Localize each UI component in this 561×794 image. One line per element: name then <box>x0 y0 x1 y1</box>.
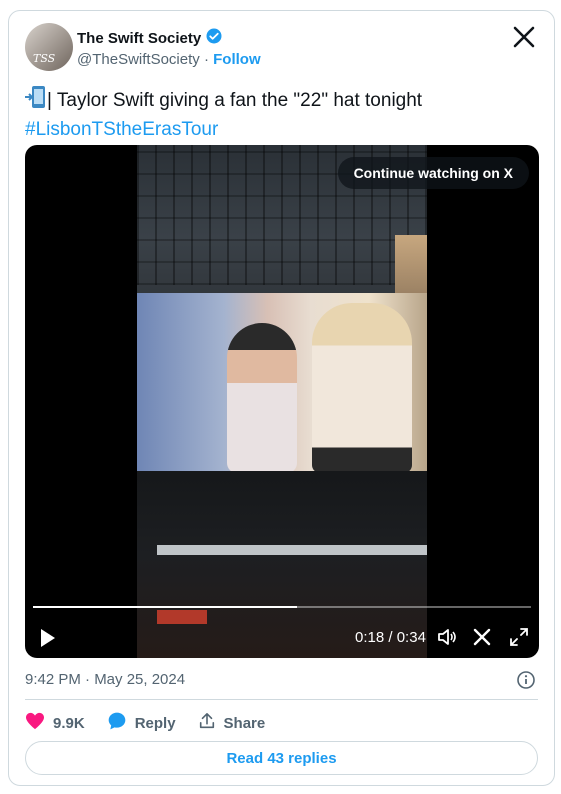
avatar[interactable]: TSS <box>25 23 73 71</box>
video-progress-fill <box>33 606 297 608</box>
tweet-card: TSS The Swift Society @TheSwiftSociety ·… <box>8 10 555 786</box>
divider <box>25 699 538 700</box>
author-display-name[interactable]: The Swift Society <box>77 30 201 47</box>
handle-separator: · <box>199 51 214 68</box>
read-replies-button[interactable]: Read 43 replies <box>25 741 538 775</box>
play-icon[interactable] <box>39 628 57 648</box>
share-upload-icon <box>198 712 216 734</box>
reply-button[interactable]: Reply <box>107 711 176 735</box>
stage-platform <box>157 545 427 555</box>
video-progress-bar[interactable] <box>33 606 531 608</box>
x-logo-icon[interactable] <box>512 25 536 49</box>
time-separator: / <box>384 629 397 646</box>
tweet-timestamp[interactable]: 9:42 PM · May 25, 2024 <box>25 671 185 688</box>
stage-screen <box>137 293 427 471</box>
heart-icon <box>25 712 45 734</box>
info-icon[interactable] <box>516 670 536 690</box>
time-total: 0:34 <box>396 629 426 646</box>
performer-figure <box>312 303 412 471</box>
author-handle-row: @TheSwiftSociety · Follow <box>77 51 261 68</box>
verified-badge-icon <box>205 27 223 50</box>
like-count: 9.9K <box>53 714 85 732</box>
mobile-phone-arrow-icon <box>25 85 47 117</box>
volume-icon[interactable] <box>437 627 457 647</box>
fullscreen-icon[interactable] <box>509 627 529 647</box>
time-current: 0:18 <box>355 629 385 646</box>
action-bar: 9.9K Reply Share <box>25 711 265 735</box>
video-frame <box>137 145 427 658</box>
author-name-row: The Swift Society <box>77 27 223 50</box>
share-label: Share <box>223 714 266 732</box>
x-logo-player-icon[interactable] <box>472 627 492 647</box>
like-button[interactable]: 9.9K <box>25 712 85 734</box>
fan-figure <box>227 323 297 471</box>
continue-watching-button[interactable]: Continue watching on X <box>337 157 529 189</box>
share-button[interactable]: Share <box>198 712 266 734</box>
tweet-text: | Taylor Swift giving a fan the "22" hat… <box>25 85 545 143</box>
hashtag-link[interactable]: #LisbonTStheErasTour <box>25 119 218 140</box>
author-handle[interactable]: @TheSwiftSociety <box>77 51 200 68</box>
avatar-logo-text: TSS <box>33 52 56 65</box>
tweet-body: | Taylor Swift giving a fan the "22" hat… <box>47 90 423 112</box>
reply-bubble-icon <box>107 711 127 735</box>
follow-button[interactable]: Follow <box>213 51 261 68</box>
video-player[interactable]: Continue watching on X 0:18 / 0:34 <box>25 145 539 658</box>
stage-lights <box>157 610 207 624</box>
reply-label: Reply <box>134 714 176 732</box>
video-time: 0:18 / 0:34 <box>355 629 426 646</box>
